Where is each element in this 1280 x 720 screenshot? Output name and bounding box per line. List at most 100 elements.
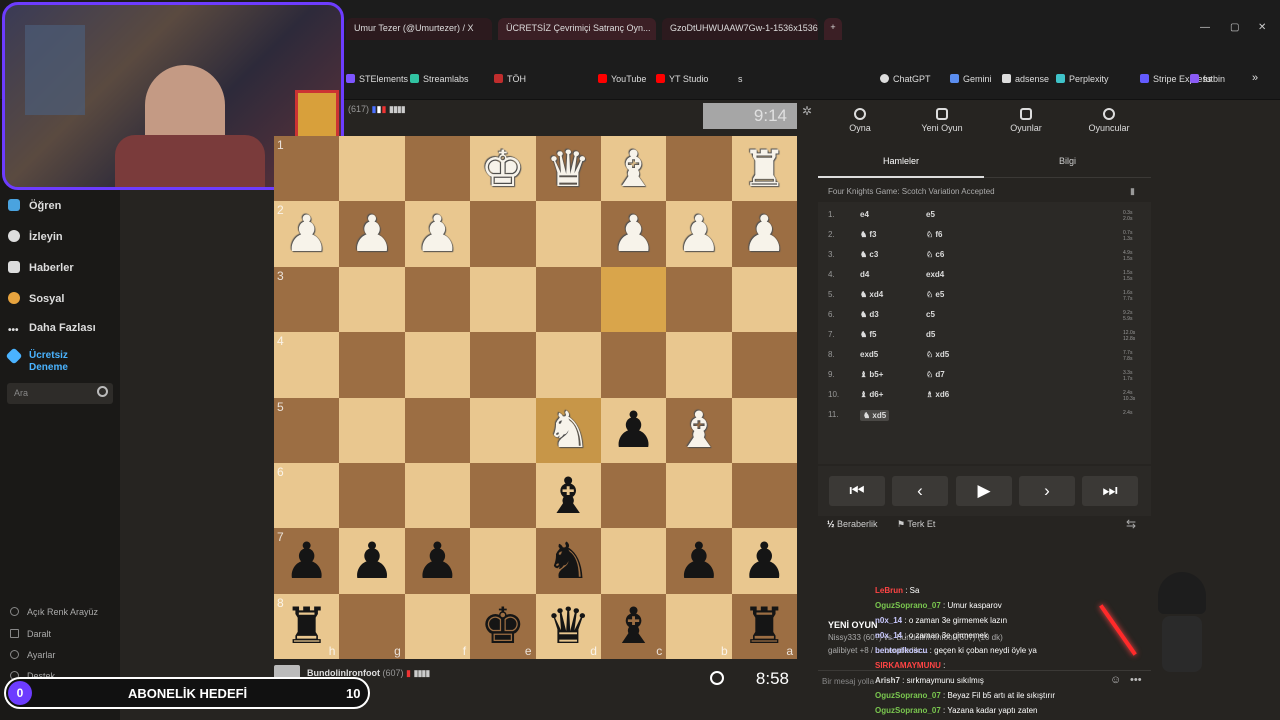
black-rook-icon[interactable]: ♜ xyxy=(742,601,787,651)
chat-username[interactable]: bentopfkoscu xyxy=(875,646,927,655)
board-square[interactable] xyxy=(600,528,667,594)
board-square[interactable] xyxy=(600,332,667,398)
bookmark[interactable]: Gemini xyxy=(950,74,992,84)
chat-username[interactable]: n0x_14 xyxy=(875,631,902,640)
white-move[interactable]: ♞ f3 xyxy=(860,230,877,239)
board-square[interactable]: ♟ xyxy=(600,397,667,463)
chat-username[interactable]: OguzSoprano_07 xyxy=(875,601,941,610)
board-square[interactable] xyxy=(731,397,797,463)
bookmark[interactable]: YT Studio xyxy=(656,74,708,84)
board-square[interactable] xyxy=(339,397,405,463)
black-move[interactable]: c5 xyxy=(926,310,935,319)
black-move[interactable]: ♘ xd5 xyxy=(926,350,949,359)
black-move[interactable]: exd4 xyxy=(926,270,944,279)
board-square[interactable] xyxy=(404,136,471,202)
browser-tab[interactable]: Umur Tezer (@Umurtezer) / X xyxy=(346,18,492,40)
black-move[interactable]: e5 xyxy=(926,210,935,219)
chat-username[interactable]: OguzSoprano_07 xyxy=(875,706,941,715)
white-pawn-icon[interactable]: ♟ xyxy=(284,209,329,259)
black-pawn-icon[interactable]: ♟ xyxy=(350,536,395,586)
board-settings-icon[interactable]: ✲ xyxy=(802,104,812,118)
board-square[interactable]: e ♚ xyxy=(470,593,536,659)
board-square[interactable]: 5 xyxy=(274,397,340,463)
bookmark[interactable]: STElements xyxy=(346,74,408,84)
black-pawn-icon[interactable]: ♟ xyxy=(677,536,722,586)
black-bishop-icon[interactable]: ♝ xyxy=(611,601,656,651)
board-square[interactable]: a ♜ xyxy=(731,593,797,659)
white-move[interactable]: ♞ f5 xyxy=(860,330,877,339)
white-move[interactable]: ♞ xd4 xyxy=(860,290,883,299)
flip-board-icon[interactable]: ⇆ xyxy=(1126,517,1136,531)
browser-tab-active[interactable]: ÜCRETSİZ Çevrimiçi Satranç Oyn... xyxy=(498,18,656,40)
white-move[interactable]: ♝ d6+ xyxy=(860,390,883,399)
black-move[interactable]: ♘ e5 xyxy=(926,290,944,299)
tab-play[interactable]: Oyna xyxy=(820,108,900,133)
board-square[interactable]: ♟ xyxy=(404,201,471,267)
white-move[interactable]: ♞ xd5 xyxy=(860,410,890,421)
white-bishop-icon[interactable]: ♝ xyxy=(611,144,656,194)
board-square[interactable]: ♟ xyxy=(731,201,797,267)
board-square[interactable]: ♝ xyxy=(600,136,667,202)
white-rook-icon[interactable]: ♜ xyxy=(742,144,787,194)
white-pawn-icon[interactable]: ♟ xyxy=(415,209,460,259)
white-queen-icon[interactable]: ♛ xyxy=(546,144,591,194)
white-king-icon[interactable]: ♚ xyxy=(480,144,525,194)
board-square[interactable] xyxy=(600,266,667,333)
board-square[interactable]: g xyxy=(339,593,405,659)
board-square[interactable]: ♜ xyxy=(731,136,797,202)
maximize-icon[interactable]: ▢ xyxy=(1230,22,1239,33)
board-square[interactable] xyxy=(470,266,536,333)
sidebar-item-social[interactable]: Sosyal xyxy=(8,292,64,305)
board-square[interactable] xyxy=(339,332,405,398)
bookmark[interactable]: Streamlabs xyxy=(410,74,469,84)
white-pawn-icon[interactable]: ♟ xyxy=(677,209,722,259)
tab-players[interactable]: Oyuncular xyxy=(1069,108,1149,133)
board-square[interactable] xyxy=(339,462,405,529)
board-square[interactable] xyxy=(404,332,471,398)
board-square[interactable]: ♟ xyxy=(666,201,732,267)
white-knight-icon[interactable]: ♞ xyxy=(546,405,591,455)
black-move[interactable]: ♘ f6 xyxy=(926,230,943,239)
white-pawn-icon[interactable]: ♟ xyxy=(611,209,656,259)
emoji-icon[interactable]: ☺ xyxy=(1110,674,1121,686)
board-square[interactable] xyxy=(666,332,732,398)
board-square[interactable]: c ♝ xyxy=(600,593,667,659)
board-square[interactable]: ♟ xyxy=(339,201,405,267)
light-theme-toggle[interactable]: Açık Renk Arayüz xyxy=(10,607,98,617)
board-square[interactable] xyxy=(470,397,536,463)
tab-new-game[interactable]: Yeni Oyun xyxy=(902,108,982,133)
resign-button[interactable]: ⚑ Terk Et xyxy=(897,519,935,530)
board-square[interactable]: ♟ xyxy=(404,528,471,594)
white-move[interactable]: ♞ d3 xyxy=(860,310,879,319)
board-square[interactable]: f xyxy=(404,593,471,659)
more-options-icon[interactable]: ••• xyxy=(1130,674,1142,686)
bookmark[interactable]: YouTube xyxy=(598,74,646,84)
board-square[interactable] xyxy=(731,462,797,529)
chat-username[interactable]: OguzSoprano_07 xyxy=(875,691,941,700)
white-pawn-icon[interactable]: ♟ xyxy=(350,209,395,259)
white-move[interactable]: e4 xyxy=(860,210,869,219)
subtab-moves[interactable]: Hamleler xyxy=(818,148,984,178)
white-move[interactable]: ♝ b5+ xyxy=(860,370,883,379)
board-square[interactable] xyxy=(666,462,732,529)
board-square[interactable] xyxy=(470,462,536,529)
board-square[interactable] xyxy=(731,332,797,398)
board-square[interactable] xyxy=(470,201,536,267)
board-square[interactable] xyxy=(535,266,601,333)
board-square[interactable]: ♟ xyxy=(666,528,732,594)
board-square[interactable]: 6 xyxy=(274,462,340,529)
bookmark[interactable]: adsense xyxy=(1002,74,1049,84)
sidebar-item-learn[interactable]: Öğren xyxy=(8,199,61,212)
new-tab-button[interactable]: + xyxy=(824,18,842,40)
board-square[interactable]: b xyxy=(666,593,732,659)
board-square[interactable] xyxy=(470,528,536,594)
black-pawn-icon[interactable]: ♟ xyxy=(415,536,460,586)
black-pawn-icon[interactable]: ♟ xyxy=(742,536,787,586)
board-square[interactable]: d ♛ xyxy=(535,593,601,659)
chat-username[interactable]: SIRKAMAYMUNU xyxy=(875,661,941,670)
browser-tab[interactable]: GzoDtUHWUAAW7Gw-1-1536x1536... xyxy=(662,18,818,40)
board-square[interactable]: 7 ♟ xyxy=(274,528,340,594)
black-move[interactable]: ♘ d7 xyxy=(926,370,945,379)
chat-username[interactable]: LeBrun xyxy=(875,586,903,595)
white-move[interactable]: d4 xyxy=(860,270,869,279)
